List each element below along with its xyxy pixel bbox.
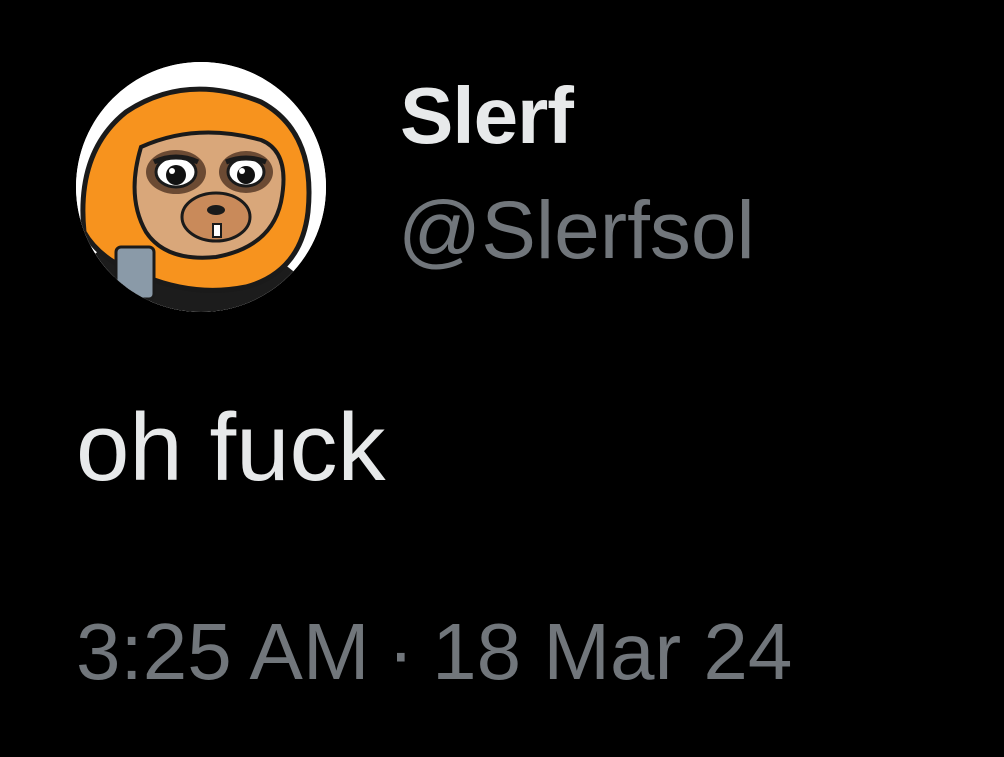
tweet-card: Slerf @Slerfsol oh fuck 3:25 AM · 18 Mar 2… [0,0,1004,757]
user-handle[interactable]: @Slerfsol [398,190,755,272]
avatar[interactable] [76,62,326,312]
sloth-avatar-icon [76,62,326,312]
timestamp-separator: · [387,607,415,696]
tweet-timestamp[interactable]: 3:25 AM · 18 Mar 24 [76,612,792,692]
tweet-text: oh fuck [76,394,386,501]
tweet-time: 3:25 AM [76,607,370,696]
display-name[interactable]: Slerf [400,76,574,156]
tweet-date: 18 Mar 24 [432,607,793,696]
